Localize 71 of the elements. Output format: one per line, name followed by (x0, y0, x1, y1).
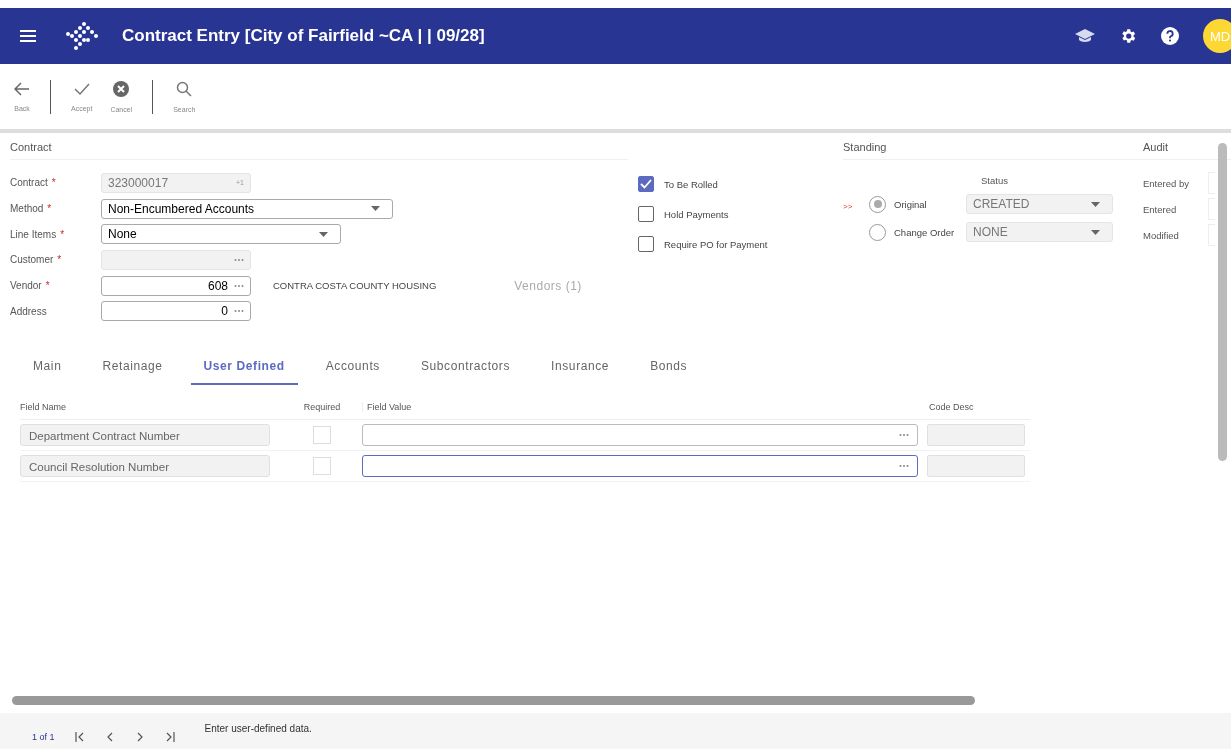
lookup-field[interactable]: 608 (101, 275, 251, 296)
menu-icon[interactable] (20, 30, 36, 42)
column-header: Required (302, 402, 342, 412)
status-dropdown[interactable]: CREATED (966, 194, 1113, 214)
more-icon[interactable] (234, 283, 244, 288)
tab[interactable]: Accounts (312, 353, 393, 385)
more-icon[interactable] (899, 433, 909, 437)
tab[interactable]: Subcontractors (407, 353, 524, 385)
checkbox[interactable] (638, 206, 654, 222)
status-dropdown[interactable]: NONE (966, 222, 1113, 242)
check-icon (73, 81, 90, 96)
checkbox-label: Require PO for Payment (664, 238, 768, 250)
checkbox[interactable] (638, 176, 654, 192)
tab[interactable]: Main (20, 353, 75, 385)
last-page-icon[interactable] (164, 732, 175, 742)
field-label: Modified (1143, 229, 1179, 241)
dots-logo-icon (64, 21, 98, 51)
caret-icon (371, 206, 380, 212)
dropdown-field[interactable]: None (101, 224, 341, 245)
more-icon[interactable] (899, 464, 909, 468)
checkbox-label: To Be Rolled (664, 178, 718, 190)
field-label: Customer (10, 254, 54, 266)
field-label: Line Items (10, 228, 57, 240)
section-heading: Contract (10, 141, 628, 160)
input-field[interactable] (362, 424, 918, 446)
column-label: Status (981, 175, 1008, 186)
section-heading: Standing (843, 141, 1143, 160)
tab[interactable]: Insurance (538, 353, 623, 385)
radio-label: Change Order (894, 226, 956, 238)
scrollbar[interactable] (12, 696, 975, 705)
field-name-cell: Council Resolution Number (20, 455, 270, 477)
required-mark: * (45, 280, 50, 292)
required-mark: * (51, 177, 56, 189)
column-header: Code Desc (928, 402, 975, 412)
column-header: Field Value (362, 402, 927, 412)
close-icon (113, 80, 130, 97)
tab[interactable]: Bonds (637, 353, 701, 385)
graduation-cap-icon[interactable] (1075, 28, 1095, 44)
page-count: 1 of 1 (32, 732, 55, 742)
more-icon[interactable] (234, 309, 244, 314)
back-arrow-icon (14, 81, 30, 96)
scrollbar[interactable] (1218, 143, 1227, 461)
vendor-name: CONTRA COSTA COUNTY HOUSING (273, 280, 437, 292)
status-message: Enter user-defined data. (204, 722, 312, 734)
radio-label: Original (894, 198, 928, 210)
field-label: Address (10, 305, 47, 317)
checkbox[interactable] (638, 236, 654, 252)
tab[interactable]: User Defined (190, 353, 298, 385)
lookup-field[interactable]: 0 (101, 301, 251, 322)
field-label: Vendor (10, 280, 42, 292)
required-mark: * (60, 228, 65, 240)
field-label: Entered (1143, 203, 1177, 215)
required-mark: * (57, 254, 62, 266)
window-title: Contract Entry [City of Fairfield ~CA | | 09/28] (122, 26, 485, 46)
required-mark: * (47, 203, 52, 215)
checkbox-label: Hold Payments (664, 208, 729, 220)
field-label: Entered by (1143, 177, 1189, 189)
field-label: Method (10, 203, 44, 215)
column-header: Field Name (20, 402, 67, 412)
dropdown-field[interactable]: Non-Encumbered Accounts (101, 198, 393, 219)
current-marker: >> (843, 202, 853, 211)
caret-icon (1091, 229, 1100, 235)
help-icon[interactable] (1161, 27, 1179, 45)
field-label: Contract (10, 177, 48, 189)
input-field[interactable] (362, 455, 918, 477)
tab[interactable]: Retainage (89, 353, 176, 385)
field-name-cell: Department Contract Number (20, 424, 270, 446)
caret-icon (319, 231, 328, 237)
search-icon (176, 80, 193, 97)
first-page-icon[interactable] (74, 732, 85, 742)
caret-icon (1091, 201, 1100, 207)
